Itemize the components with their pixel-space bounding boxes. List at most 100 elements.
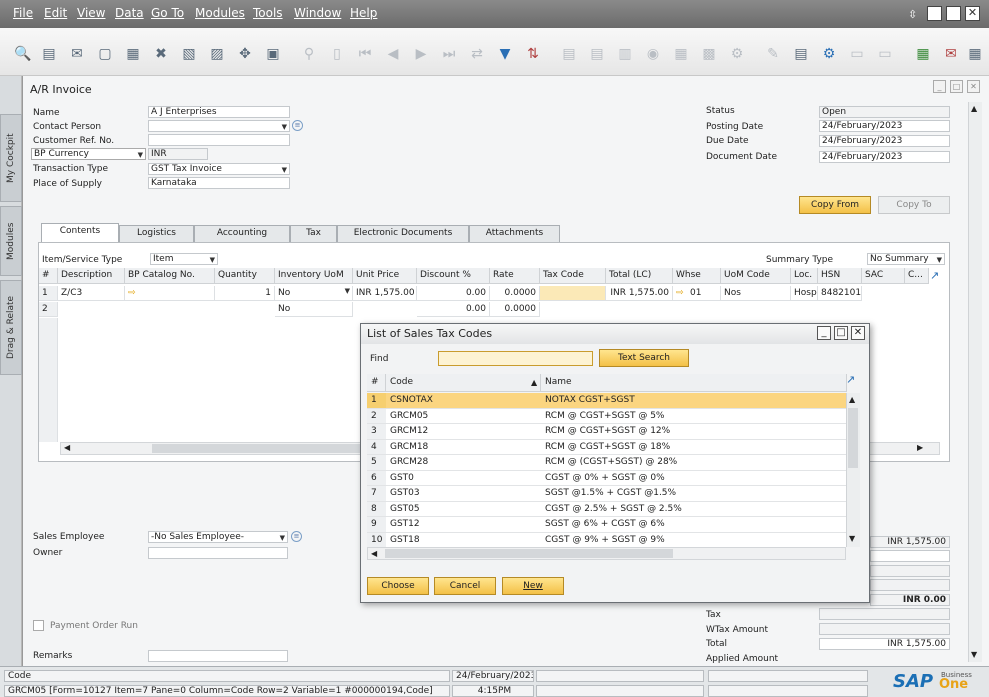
window-close-icon[interactable]: ✕ [967, 80, 980, 93]
text-search-button[interactable]: Text Search [599, 349, 689, 367]
tab-contents[interactable]: Contents [41, 223, 119, 243]
list-hscroll-thumb[interactable] [385, 549, 673, 558]
close-icon[interactable]: ✕ [965, 6, 980, 21]
discount-field[interactable] [870, 550, 950, 562]
row1-total[interactable]: INR 1,575.00 [606, 286, 673, 301]
list-vscroll-thumb[interactable] [848, 408, 858, 468]
customer-ref-field[interactable] [148, 134, 290, 146]
bp-currency-select[interactable]: BP Currency [31, 148, 146, 160]
tab-tax[interactable]: Tax [290, 225, 337, 242]
list-row-name[interactable]: SGST @1.5% + CGST @1.5% [541, 486, 846, 502]
list-row-num[interactable]: 9 [367, 517, 386, 533]
row1-whse[interactable]: 01 [687, 286, 721, 301]
journal-icon[interactable]: ▥ [616, 45, 634, 63]
document-date-field[interactable]: 24/February/2023 [819, 151, 950, 163]
form-settings-icon[interactable]: ↗ [930, 269, 939, 282]
tab-electronic-documents[interactable]: Electronic Documents [337, 225, 469, 242]
move-icon[interactable]: ✥ [236, 45, 254, 63]
sales-employee-select[interactable]: -No Sales Employee- [148, 531, 288, 543]
base-document-icon[interactable]: ▤ [560, 45, 578, 63]
col-inventory-uom[interactable]: Inventory UoM [275, 268, 353, 284]
pdf-icon[interactable]: ▨ [208, 45, 226, 63]
list-row-code[interactable]: GST0 [386, 470, 541, 486]
row1-quantity[interactable]: 1 [215, 286, 275, 301]
list-col-name[interactable]: Name [541, 374, 847, 392]
filter-icon[interactable]: ▼ [496, 45, 514, 63]
list-settings-icon[interactable]: ↗ [846, 373, 855, 386]
row1-loc[interactable]: Hospe [791, 286, 818, 301]
col-total-lc[interactable]: Total (LC) [606, 268, 673, 284]
tab-drag-relate[interactable]: Drag & Relate [0, 280, 22, 375]
col-bp-catalog[interactable]: BP Catalog No. [125, 268, 215, 284]
volume-weight-icon[interactable]: ▩ [700, 45, 718, 63]
transaction-type-select[interactable]: GST Tax Invoice [148, 163, 290, 175]
row2-uom[interactable]: No [275, 302, 353, 317]
dialog-minimize-icon[interactable]: _ [817, 326, 831, 340]
first-record-icon[interactable]: ⏮ [356, 45, 374, 63]
calendar-icon[interactable]: ▦ [914, 45, 932, 63]
scroll-right-icon[interactable]: ▶ [917, 443, 923, 452]
choose-button[interactable]: Choose [367, 577, 429, 595]
row1-uom[interactable]: No [275, 286, 353, 301]
contact-info-icon[interactable]: ≡ [292, 120, 303, 131]
copy-to-button[interactable]: Copy To [878, 196, 950, 214]
scroll-left-icon[interactable]: ◀ [64, 443, 70, 452]
list-row-code[interactable]: GST12 [386, 517, 541, 533]
list-row-name[interactable]: SGST @ 6% + CGST @ 6% [541, 517, 846, 533]
menu-file[interactable]: File [13, 6, 33, 20]
col-hsn[interactable]: HSN [818, 268, 862, 284]
window-vscrollbar[interactable] [968, 102, 982, 662]
list-row-num[interactable]: 1 [367, 393, 386, 409]
tab-my-cockpit[interactable]: My Cockpit [0, 114, 22, 202]
next-record-icon[interactable]: ▶ [412, 45, 430, 63]
fax-icon[interactable]: ▦ [124, 45, 142, 63]
row1-discount[interactable]: 0.00 [417, 286, 490, 301]
row1-catalog-link-icon[interactable]: ⇨ [125, 286, 215, 301]
payment-order-checkbox[interactable] [33, 620, 44, 631]
menu-tools[interactable]: Tools [253, 6, 283, 20]
refresh-icon[interactable]: ⇄ [468, 45, 486, 63]
col-whse[interactable]: Whse [673, 268, 721, 284]
col-rate[interactable]: Rate [490, 268, 540, 284]
summary-type-select[interactable]: No Summary [867, 253, 945, 265]
list-row-num[interactable]: 2 [367, 408, 386, 424]
col-more[interactable]: C... [905, 268, 929, 284]
row2-rate[interactable]: 0.0000 [490, 302, 540, 317]
app-switch-icon[interactable]: ⇳ [908, 8, 917, 21]
gross-profit-icon[interactable]: ▦ [672, 45, 690, 63]
row1-whse-link-icon[interactable]: ⇨ [673, 286, 687, 301]
dialog-close-icon[interactable]: ✕ [851, 326, 865, 340]
list-scroll-left-icon[interactable]: ◀ [371, 549, 377, 558]
list-row-code[interactable]: GST05 [386, 501, 541, 517]
scroll-down-icon[interactable]: ▼ [971, 650, 977, 659]
col-tax-code[interactable]: Tax Code [540, 268, 606, 284]
sales-employee-info-icon[interactable]: ≡ [291, 531, 302, 542]
mail-out-icon[interactable]: ✉ [942, 45, 960, 63]
list-row-code[interactable]: GST03 [386, 486, 541, 502]
payment-icon[interactable]: ◉ [644, 45, 662, 63]
list-row-name[interactable]: CGST @ 9% + SGST @ 9% [541, 532, 846, 548]
alert-icon[interactable]: ▭ [876, 45, 894, 63]
new-document-icon[interactable]: ▤ [792, 45, 810, 63]
menu-view[interactable]: View [77, 6, 105, 20]
list-row-name[interactable]: RCM @ CGST+SGST @ 5% [541, 408, 846, 424]
list-row-name[interactable]: RCM @ (CGST+SGST) @ 28% [541, 455, 846, 471]
row1-description[interactable]: Z/C3 [58, 286, 125, 301]
list-row-name[interactable]: RCM @ CGST+SGST @ 18% [541, 439, 846, 455]
list-row-name[interactable]: CGST @ 2.5% + SGST @ 2.5% [541, 501, 846, 517]
col-uom-code[interactable]: UoM Code [721, 268, 791, 284]
tab-accounting[interactable]: Accounting [194, 225, 290, 242]
list-row-num[interactable]: 3 [367, 424, 386, 440]
name-field[interactable]: A J Enterprises [148, 106, 290, 118]
minimize-icon[interactable] [927, 6, 942, 21]
list-scroll-down-icon[interactable]: ▼ [849, 534, 855, 543]
edit-icon[interactable]: ✎ [764, 45, 782, 63]
list-row-code[interactable]: GRCM05 [386, 408, 541, 424]
contact-person-select[interactable] [148, 120, 290, 132]
menu-help[interactable]: Help [350, 6, 377, 20]
cancel-button[interactable]: Cancel [434, 577, 496, 595]
list-row-num[interactable]: 4 [367, 439, 386, 455]
sms-icon[interactable]: ▢ [96, 45, 114, 63]
list-row-name[interactable]: RCM @ CGST+SGST @ 12% [541, 424, 846, 440]
col-quantity[interactable]: Quantity [215, 268, 275, 284]
